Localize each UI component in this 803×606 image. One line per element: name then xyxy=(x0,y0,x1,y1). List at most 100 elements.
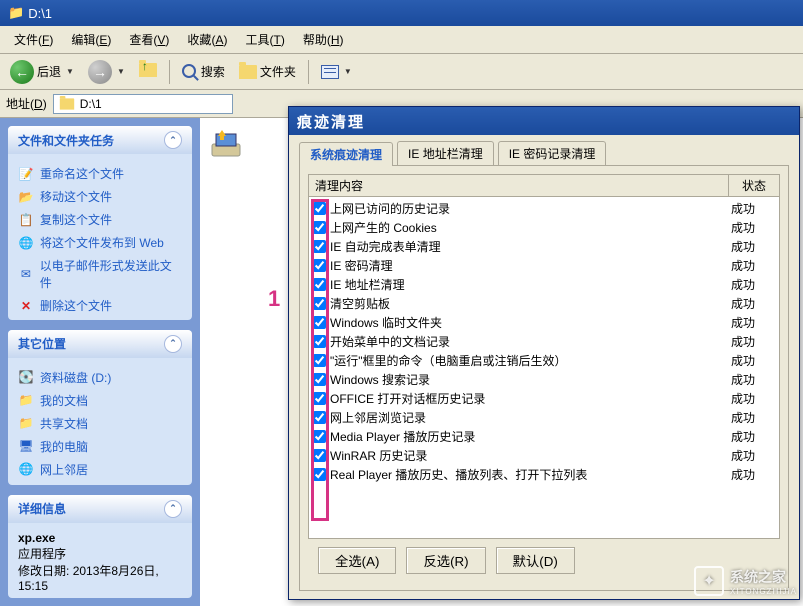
cleanup-checkbox[interactable] xyxy=(313,335,326,348)
list-header: 清理内容 状态 xyxy=(308,174,780,197)
invert-selection-button[interactable]: 反选(R) xyxy=(406,547,485,574)
cleanup-checkbox[interactable] xyxy=(313,411,326,424)
details-type: 应用程序 xyxy=(18,545,182,562)
cleanup-checkbox[interactable] xyxy=(313,240,326,253)
cleanup-checkbox[interactable] xyxy=(313,221,326,234)
list-item[interactable]: IE 地址栏清理成功 xyxy=(311,275,777,294)
cleanup-checkbox[interactable] xyxy=(313,354,326,367)
list-item[interactable]: Real Player 播放历史、播放列表、打开下拉列表成功 xyxy=(311,465,777,484)
tab-content: 清理内容 状态 上网已访问的历史记录成功上网产生的 Cookies成功IE 自动… xyxy=(299,165,789,591)
task-move[interactable]: 📂移动这个文件 xyxy=(18,185,182,208)
details-panel: 详细信息 ⌃ xp.exe 应用程序 修改日期: 2013年8月26日, 15:… xyxy=(8,495,192,598)
default-button[interactable]: 默认(D) xyxy=(496,547,575,574)
panel-header[interactable]: 其它位置 ⌃ xyxy=(8,330,192,358)
cleanup-checkbox[interactable] xyxy=(313,449,326,462)
menu-view[interactable]: 查看(V) xyxy=(121,29,177,50)
task-email[interactable]: ✉以电子邮件形式发送此文件 xyxy=(18,254,182,294)
list-item[interactable]: Media Player 播放历史记录成功 xyxy=(311,427,777,446)
cleanup-status: 成功 xyxy=(731,238,775,255)
list-item[interactable]: OFFICE 打开对话框历史记录成功 xyxy=(311,389,777,408)
menu-help[interactable]: 帮助(H) xyxy=(295,29,352,50)
cleanup-checkbox[interactable] xyxy=(313,202,326,215)
list-item[interactable]: Windows 临时文件夹成功 xyxy=(311,313,777,332)
place-drive-d[interactable]: 💽资料磁盘 (D:) xyxy=(18,366,182,389)
task-delete[interactable]: ✕删除这个文件 xyxy=(18,294,182,317)
tab-ie-password[interactable]: IE 密码记录清理 xyxy=(498,141,607,165)
header-content[interactable]: 清理内容 xyxy=(309,175,729,196)
toolbar: ← 后退 ▼ → ▼ ↑ 搜索 文件夹 ▼ xyxy=(0,54,803,90)
tab-ie-address[interactable]: IE 地址栏清理 xyxy=(397,141,494,165)
panel-header[interactable]: 文件和文件夹任务 ⌃ xyxy=(8,126,192,154)
place-my-documents[interactable]: 📁我的文档 xyxy=(18,389,182,412)
view-button[interactable]: ▼ xyxy=(317,63,356,81)
tab-system-trace[interactable]: 系统痕迹清理 xyxy=(299,142,393,166)
collapse-icon[interactable]: ⌃ xyxy=(164,335,182,353)
move-icon: 📂 xyxy=(18,189,34,205)
annotation-marker: 1 xyxy=(268,286,280,312)
shared-icon: 📁 xyxy=(18,415,34,431)
task-copy[interactable]: 📋复制这个文件 xyxy=(18,208,182,231)
list-item[interactable]: WinRAR 历史记录成功 xyxy=(311,446,777,465)
list-item[interactable]: IE 密码清理成功 xyxy=(311,256,777,275)
cleanup-checkbox[interactable] xyxy=(313,468,326,481)
collapse-icon[interactable]: ⌃ xyxy=(164,131,182,149)
task-publish[interactable]: 🌐将这个文件发布到 Web xyxy=(18,231,182,254)
cleanup-status: 成功 xyxy=(731,200,775,217)
menu-edit[interactable]: 编辑(E) xyxy=(63,29,119,50)
exe-icon xyxy=(210,128,242,160)
back-button[interactable]: ← 后退 ▼ xyxy=(6,58,78,86)
folders-button[interactable]: 文件夹 xyxy=(235,61,300,82)
cleanup-checkbox[interactable] xyxy=(313,278,326,291)
cleanup-checkbox[interactable] xyxy=(313,316,326,329)
collapse-icon[interactable]: ⌃ xyxy=(164,500,182,518)
window-title: D:\1 xyxy=(28,6,52,21)
address-input[interactable]: D:\1 xyxy=(53,94,233,114)
list-item[interactable]: Windows 搜索记录成功 xyxy=(311,370,777,389)
chevron-down-icon: ▼ xyxy=(117,67,125,76)
drive-icon: 💽 xyxy=(18,369,34,385)
place-shared-documents[interactable]: 📁共享文档 xyxy=(18,412,182,435)
cleanup-checkbox[interactable] xyxy=(313,297,326,310)
list-item[interactable]: 上网产生的 Cookies成功 xyxy=(311,218,777,237)
list-item[interactable]: 网上邻居浏览记录成功 xyxy=(311,408,777,427)
documents-icon: 📁 xyxy=(18,392,34,408)
cleanup-checkbox[interactable] xyxy=(313,430,326,443)
list-item[interactable]: 开始菜单中的文档记录成功 xyxy=(311,332,777,351)
watermark-logo-icon: ✦ xyxy=(694,566,724,596)
cleanup-label: 清空剪贴板 xyxy=(330,295,731,312)
file-tasks-panel: 文件和文件夹任务 ⌃ 📝重命名这个文件 📂移动这个文件 📋复制这个文件 🌐将这个… xyxy=(8,126,192,320)
chevron-down-icon: ▼ xyxy=(344,67,352,76)
view-icon xyxy=(321,65,339,79)
list-item[interactable]: 清空剪贴板成功 xyxy=(311,294,777,313)
cleanup-checkbox[interactable] xyxy=(313,373,326,386)
trace-cleanup-dialog: 痕迹清理 系统痕迹清理 IE 地址栏清理 IE 密码记录清理 清理内容 状态 上… xyxy=(288,106,800,600)
cleanup-status: 成功 xyxy=(731,409,775,426)
menu-file[interactable]: 文件(F) xyxy=(6,29,61,50)
up-button[interactable]: ↑ xyxy=(135,61,161,82)
cleanup-status: 成功 xyxy=(731,333,775,350)
panel-header[interactable]: 详细信息 ⌃ xyxy=(8,495,192,523)
header-status[interactable]: 状态 xyxy=(729,175,779,196)
place-my-computer[interactable]: 🖥我的电脑 xyxy=(18,435,182,458)
cleanup-status: 成功 xyxy=(731,276,775,293)
cleanup-label: 开始菜单中的文档记录 xyxy=(330,333,731,350)
cleanup-checkbox[interactable] xyxy=(313,259,326,272)
cleanup-list[interactable]: 上网已访问的历史记录成功上网产生的 Cookies成功IE 自动完成表单清理成功… xyxy=(308,197,780,539)
list-item[interactable]: IE 自动完成表单清理成功 xyxy=(311,237,777,256)
search-button[interactable]: 搜索 xyxy=(178,61,229,82)
forward-button[interactable]: → ▼ xyxy=(84,58,129,86)
web-icon: 🌐 xyxy=(18,235,34,251)
menu-tools[interactable]: 工具(T) xyxy=(237,29,292,50)
cleanup-label: Media Player 播放历史记录 xyxy=(330,428,731,445)
cleanup-checkbox[interactable] xyxy=(313,392,326,405)
cleanup-status: 成功 xyxy=(731,466,775,483)
cleanup-status: 成功 xyxy=(731,257,775,274)
list-item[interactable]: 上网已访问的历史记录成功 xyxy=(311,199,777,218)
forward-icon: → xyxy=(88,60,112,84)
menu-favorites[interactable]: 收藏(A) xyxy=(179,29,235,50)
task-rename[interactable]: 📝重命名这个文件 xyxy=(18,162,182,185)
list-item[interactable]: "运行"框里的命令（电脑重启或注销后生效）成功 xyxy=(311,351,777,370)
place-network[interactable]: 🌐网上邻居 xyxy=(18,458,182,481)
separator xyxy=(169,60,170,84)
select-all-button[interactable]: 全选(A) xyxy=(318,547,396,574)
